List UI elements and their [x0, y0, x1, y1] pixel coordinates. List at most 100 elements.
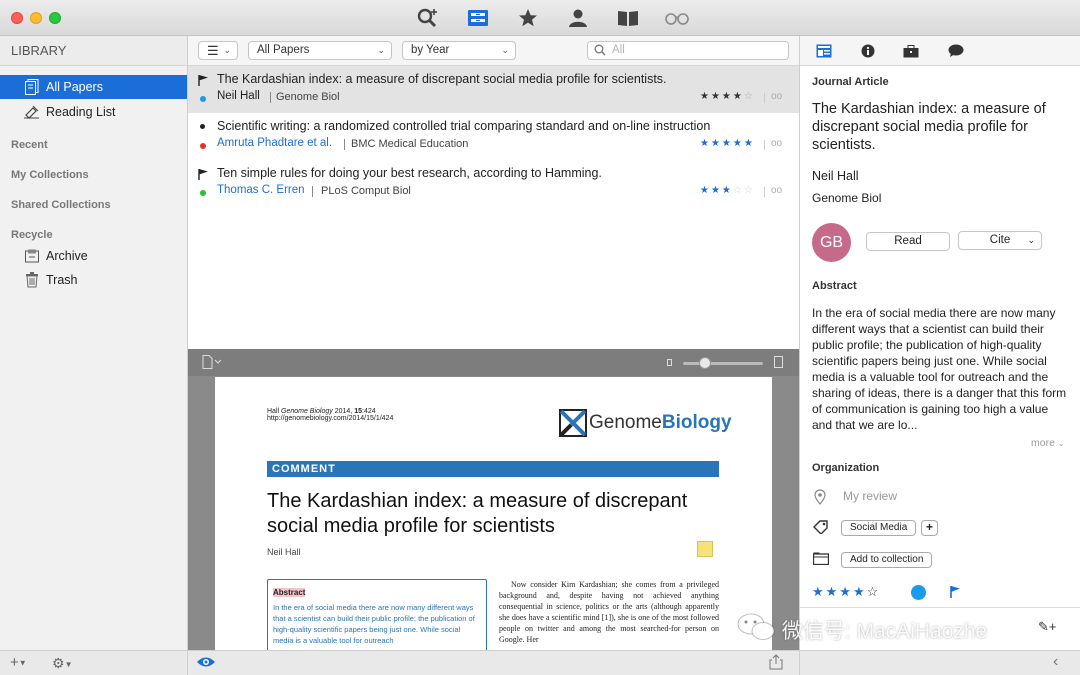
read-status-icon[interactable]: oo — [771, 138, 782, 149]
detail-author[interactable]: Neil Hall — [812, 169, 859, 183]
wechat-logo-icon — [736, 612, 776, 648]
tag-icon — [813, 520, 829, 537]
more-link[interactable]: more ⌄ — [1031, 437, 1065, 449]
pdf-page: Hall Genome Biology 2014, 15:424 http://… — [215, 377, 772, 650]
library-icon[interactable] — [465, 6, 491, 30]
list-menu-icon: ☰ — [207, 43, 219, 58]
search-placeholder: All — [612, 44, 625, 56]
library-sidebar: LIBRARY All Papers Reading List Recent M… — [0, 36, 188, 650]
search-input[interactable]: All — [587, 41, 789, 60]
details-tab-icon[interactable] — [816, 43, 832, 59]
add-icon[interactable]: +▼ — [10, 654, 27, 671]
filter-dropdown[interactable]: All Papers ⌄ — [248, 41, 392, 60]
info-icon[interactable] — [860, 43, 876, 59]
paper-author[interactable]: Thomas C. Erren — [217, 184, 305, 196]
detail-panel: Journal Article The Kardashian index: a … — [799, 36, 1080, 650]
divider — [344, 139, 345, 150]
sticky-note-icon[interactable] — [697, 541, 713, 557]
table-row[interactable]: Ten simple rules for doing your best res… — [188, 160, 799, 207]
sidebar-item-all-papers[interactable]: All Papers — [0, 75, 187, 99]
flag-icon[interactable] — [197, 74, 209, 86]
pdf-abstract-label: Abstract — [273, 588, 306, 597]
zoom-slider[interactable] — [683, 357, 763, 369]
comment-bubble-icon[interactable] — [948, 43, 964, 59]
color-label-dot — [200, 143, 206, 149]
paper-journal: BMC Medical Education — [351, 138, 469, 150]
eye-icon[interactable] — [196, 655, 216, 672]
table-row[interactable]: Scientific writing: a randomized control… — [188, 113, 799, 160]
gear-icon[interactable]: ⚙▼ — [52, 655, 72, 672]
minimize-window-button[interactable] — [30, 12, 42, 24]
paper-title: Ten simple rules for doing your best res… — [217, 166, 602, 180]
zoom-window-button[interactable] — [49, 12, 61, 24]
rating-stars[interactable]: ★★★☆☆ — [700, 185, 755, 196]
reading-glasses-icon[interactable] — [664, 6, 690, 30]
sort-dropdown[interactable]: by Year ⌄ — [402, 41, 516, 60]
sidebar-item-label: Trash — [46, 273, 78, 287]
tag-chip[interactable]: Social Media — [841, 520, 917, 536]
paper-author[interactable]: Amruta Phadtare et al. — [217, 137, 332, 149]
genome-biology-logo-icon — [559, 409, 587, 437]
chevron-down-icon: ⌄ — [501, 45, 509, 55]
read-status-icon[interactable]: oo — [771, 185, 782, 196]
group-shared-collections[interactable]: Shared Collections — [11, 199, 111, 211]
zoom-slider-thumb[interactable] — [699, 357, 711, 369]
featured-star-icon[interactable] — [515, 6, 541, 30]
detail-journal[interactable]: Genome Biol — [812, 191, 881, 205]
sidebar-item-trash[interactable]: Trash — [0, 268, 187, 292]
edit-pencil-icon[interactable]: ✎+ — [1038, 619, 1056, 635]
add-to-collection-button[interactable]: Add to collection — [841, 552, 933, 568]
pdf-comment-banner: COMMENT — [267, 461, 719, 477]
share-icon[interactable] — [769, 654, 783, 673]
document-icon[interactable] — [202, 355, 222, 372]
sidebar-item-label: Archive — [46, 249, 88, 263]
divider — [764, 93, 765, 103]
filter-dropdown-value: All Papers — [257, 44, 310, 56]
table-row[interactable]: The Kardashian index: a measure of discr… — [188, 66, 799, 113]
article-type-label: Journal Article — [812, 76, 889, 88]
cite-dropdown[interactable]: Cite ⌄ — [958, 231, 1042, 250]
collapse-chevron-icon[interactable]: ‹ — [1053, 653, 1058, 671]
pdf-heading: The Kardashian index: a measure of discr… — [267, 490, 688, 537]
logo-text-biology: Biology — [661, 412, 732, 433]
detail-title[interactable]: The Kardashian index: a measure of discr… — [812, 100, 1067, 154]
flag-icon[interactable] — [949, 585, 961, 601]
rating-stars[interactable]: ★★★★☆ — [700, 91, 755, 102]
chevron-down-icon: ⌄ — [223, 45, 231, 55]
add-tag-button[interactable]: + — [921, 520, 939, 536]
trash-icon — [24, 272, 40, 288]
list-toolbar: ☰ ⌄ All Papers ⌄ by Year ⌄ All — [188, 36, 799, 66]
profile-icon[interactable] — [565, 6, 591, 30]
paper-title: Scientific writing: a randomized control… — [217, 119, 711, 133]
pdf-viewer: Hall Genome Biology 2014, 15:424 http://… — [188, 349, 799, 650]
library-header: LIBRARY — [0, 36, 187, 66]
rating-stars[interactable]: ★★★★★ — [700, 138, 755, 149]
group-recycle[interactable]: Recycle — [11, 229, 53, 241]
abstract-heading: Abstract — [812, 280, 857, 292]
pdf-body-text: Now consider Kim Kardashian; she comes f… — [499, 580, 719, 644]
my-review-input[interactable]: My review — [843, 489, 897, 503]
read-button[interactable]: Read — [866, 232, 950, 251]
flag-icon[interactable] — [197, 168, 209, 180]
briefcase-icon[interactable] — [903, 43, 919, 59]
detail-rating-stars[interactable]: ★★★★☆ — [812, 584, 880, 600]
watermark: 微信号: MacAiHaozhe — [736, 612, 987, 648]
book-icon[interactable] — [615, 6, 641, 30]
sidebar-item-reading-list[interactable]: Reading List — [0, 100, 187, 124]
color-label-dot[interactable] — [911, 585, 926, 600]
close-window-button[interactable] — [11, 12, 23, 24]
group-recent[interactable]: Recent — [11, 139, 48, 151]
zoom-in-icon[interactable] — [774, 356, 783, 368]
pdf-toolbar — [188, 349, 799, 376]
detail-toolbar — [800, 36, 1080, 66]
archive-icon — [24, 248, 40, 264]
search-icon — [594, 44, 606, 62]
read-status-icon[interactable]: oo — [771, 91, 782, 102]
paper-title: The Kardashian index: a measure of discr… — [217, 72, 667, 86]
group-my-collections[interactable]: My Collections — [11, 169, 89, 181]
paper-journal: Genome Biol — [276, 91, 340, 103]
list-options-dropdown[interactable]: ☰ ⌄ — [198, 41, 238, 60]
zoom-out-icon[interactable] — [667, 359, 672, 366]
sidebar-item-archive[interactable]: Archive — [0, 244, 187, 268]
add-search-icon[interactable] — [415, 6, 441, 30]
